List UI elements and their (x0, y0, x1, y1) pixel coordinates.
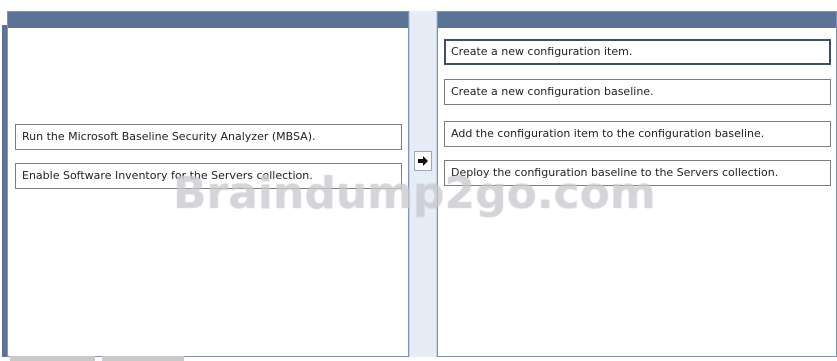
answer-item[interactable]: Add the configuration item to the config… (444, 121, 831, 147)
source-item[interactable]: Enable Software Inventory for the Server… (15, 163, 402, 189)
answer-item[interactable]: Create a new configuration baseline. (444, 79, 831, 105)
answer-list-header (438, 12, 836, 28)
source-list-header (8, 12, 408, 28)
move-right-button[interactable] (414, 151, 432, 171)
answer-item[interactable]: Deploy the configuration baseline to the… (444, 160, 831, 186)
panel-divider (409, 11, 437, 357)
right-arrow-icon (418, 156, 428, 166)
bottom-tab (102, 356, 184, 361)
source-item[interactable]: Run the Microsoft Baseline Security Anal… (15, 124, 402, 150)
answer-item[interactable]: Create a new configuration item. (444, 39, 831, 65)
bottom-tab (10, 356, 95, 361)
